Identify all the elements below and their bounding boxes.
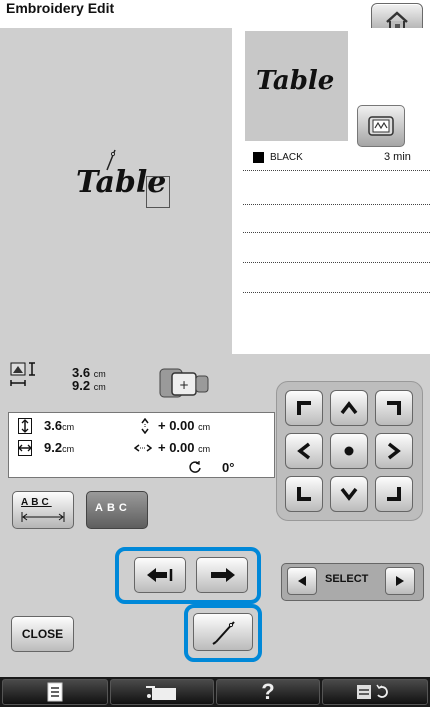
move-up-right-button[interactable] <box>375 390 413 426</box>
page-button[interactable] <box>2 679 108 705</box>
arrow-left-icon <box>147 568 173 582</box>
info-height: 3.6cm <box>44 418 75 433</box>
list-divider <box>243 292 430 293</box>
select-label: SELECT <box>325 573 369 585</box>
svg-text:+: + <box>179 378 189 392</box>
hoop-icon <box>368 116 394 136</box>
width-icon <box>18 440 32 456</box>
corner-up-right-icon <box>387 401 401 415</box>
settings-icon <box>357 684 388 699</box>
array-spacing-button[interactable]: ABC <box>86 491 148 529</box>
spacing-left-button[interactable] <box>134 557 186 593</box>
height-icon <box>18 418 32 434</box>
list-divider <box>243 170 430 171</box>
sewing-button[interactable] <box>110 679 214 705</box>
list-divider <box>243 232 430 233</box>
array-horizontal-button[interactable]: ABC <box>12 491 74 529</box>
spacing-icon <box>21 512 65 522</box>
needle-icon <box>212 621 235 645</box>
move-up-left-button[interactable] <box>285 390 323 426</box>
rotate-icon <box>189 461 201 473</box>
arrow-left-icon <box>297 442 311 460</box>
list-divider <box>243 262 430 263</box>
move-center-button[interactable] <box>330 433 368 469</box>
horizontal-move-icon <box>134 444 152 452</box>
pattern-width: 9.2 cm <box>72 378 106 393</box>
center-dot-icon <box>344 446 354 456</box>
thread-color-time: 3 min <box>384 151 411 163</box>
corner-down-left-icon <box>297 487 311 501</box>
preview-text: Table <box>256 66 335 96</box>
select-prev-button[interactable] <box>287 567 317 595</box>
page-icon <box>47 682 63 702</box>
sewing-icon <box>146 686 176 700</box>
triangle-right-icon <box>396 576 404 586</box>
needle-drop-button[interactable] <box>193 613 253 651</box>
pattern-size-icon <box>10 362 35 386</box>
array-horizontal-label: ABC <box>21 497 52 508</box>
spacing-right-button[interactable] <box>196 557 248 593</box>
arrow-down-icon <box>340 487 358 501</box>
triangle-left-icon <box>298 576 306 586</box>
corner-down-right-icon <box>387 487 401 501</box>
corner-up-left-icon <box>297 401 311 415</box>
info-offset-y: + 0.00 cm <box>158 418 211 433</box>
settings-button[interactable] <box>322 679 428 705</box>
embroidery-frame-icon: + <box>159 368 209 398</box>
page-title: Embroidery Edit <box>6 0 115 16</box>
frame-display-button[interactable] <box>357 105 405 147</box>
arrow-right-icon <box>387 442 401 460</box>
thread-color-swatch <box>253 152 264 163</box>
thread-color-name: BLACK <box>270 152 303 163</box>
array-spacing-label: ABC <box>95 502 131 514</box>
move-left-button[interactable] <box>285 433 323 469</box>
move-up-button[interactable] <box>330 390 368 426</box>
arrow-right-icon <box>211 568 235 582</box>
move-right-button[interactable] <box>375 433 413 469</box>
move-down-right-button[interactable] <box>375 476 413 512</box>
vertical-move-icon <box>141 418 149 434</box>
info-offset-x: + 0.00 cm <box>158 440 211 455</box>
move-down-button[interactable] <box>330 476 368 512</box>
help-button[interactable]: ? <box>216 679 320 705</box>
select-next-button[interactable] <box>385 567 415 595</box>
list-divider <box>243 204 430 205</box>
move-down-left-button[interactable] <box>285 476 323 512</box>
close-button[interactable]: CLOSE <box>11 616 74 652</box>
info-rotation: 0° <box>222 460 235 475</box>
selection-frame <box>146 176 170 208</box>
arrow-up-icon <box>340 401 358 415</box>
info-width: 9.2cm <box>44 440 75 455</box>
help-icon: ? <box>261 679 275 704</box>
